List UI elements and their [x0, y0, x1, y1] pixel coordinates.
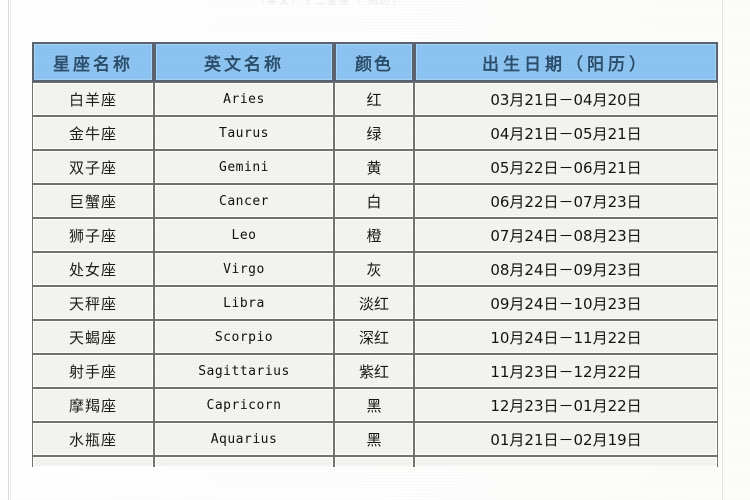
- cell-color-name: 深红: [334, 320, 414, 354]
- cell-sign-name: 处女座: [32, 252, 154, 286]
- cell-sign-name: 金牛座: [32, 116, 154, 150]
- table-row: 射手座 Sagittarius 紫红 11月23日－12月22日: [32, 354, 718, 388]
- cell-color-name: 红: [334, 82, 414, 116]
- cell-birth-date: 10月24日－11月22日: [414, 320, 718, 354]
- cell-sign-name: 射手座: [32, 354, 154, 388]
- cell-sign-name: 狮子座: [32, 218, 154, 252]
- cell-color-name: 淡红: [334, 286, 414, 320]
- page-left-rule-secondary: [10, 0, 11, 500]
- cell-english-name: Virgo: [154, 252, 334, 286]
- cell-english-name: Aquarius: [154, 422, 334, 456]
- cell-birth-date: 08月24日－09月23日: [414, 252, 718, 286]
- cell-english-name: Aries: [154, 82, 334, 116]
- table-row: 天蝎座 Scorpio 深红 10月24日－11月22日: [32, 320, 718, 354]
- cell-color-name: 灰: [334, 252, 414, 286]
- cell-partial: [334, 456, 414, 467]
- cell-color-name: 黑: [334, 422, 414, 456]
- table-row: 水瓶座 Aquarius 黑 01月21日－02月19日: [32, 422, 718, 456]
- cell-color-name: 黑: [334, 388, 414, 422]
- table-row: 天秤座 Libra 淡红 09月24日－10月23日: [32, 286, 718, 320]
- cell-color-name: 白: [334, 184, 414, 218]
- cell-sign-name: 白羊座: [32, 82, 154, 116]
- table-header-row: 星座名称 英文名称 颜色 出生日期（阳历）: [32, 42, 718, 82]
- table-body: 白羊座 Aries 红 03月21日－04月20日 金牛座 Taurus 绿 04月21日－0…: [32, 82, 718, 467]
- cut-off-title-remnant: （本文）十二星座（ 阳历）: [255, 0, 405, 7]
- column-header-english-name: 英文名称: [154, 42, 334, 82]
- column-header-birth-date: 出生日期（阳历）: [414, 42, 718, 82]
- page-right-rule: [722, 0, 723, 500]
- cell-sign-name: 水瓶座: [32, 422, 154, 456]
- cell-birth-date: 07月24日－08月23日: [414, 218, 718, 252]
- cell-english-name: Cancer: [154, 184, 334, 218]
- table-row: 摩羯座 Capricorn 黑 12月23日－01月22日: [32, 388, 718, 422]
- cell-sign-name: 巨蟹座: [32, 184, 154, 218]
- cell-english-name: Capricorn: [154, 388, 334, 422]
- cell-birth-date: 06月22日－07月23日: [414, 184, 718, 218]
- table-row: 处女座 Virgo 灰 08月24日－09月23日: [32, 252, 718, 286]
- cell-birth-date: 03月21日－04月20日: [414, 82, 718, 116]
- zodiac-signs-table: 星座名称 英文名称 颜色 出生日期（阳历） 白羊座 Aries 红 03月21日－04…: [32, 42, 718, 467]
- cell-partial: [32, 456, 154, 467]
- scanned-page: （本文）十二星座（ 阳历） 星座名称 英文名称 颜色 出生日期（阳历） 白羊座 A…: [0, 0, 750, 500]
- cell-birth-date: 11月23日－12月22日: [414, 354, 718, 388]
- cell-english-name: Scorpio: [154, 320, 334, 354]
- cell-partial: [414, 456, 718, 467]
- cell-color-name: 紫红: [334, 354, 414, 388]
- cell-english-name: Leo: [154, 218, 334, 252]
- cell-english-name: Gemini: [154, 150, 334, 184]
- column-header-sign-name: 星座名称: [32, 42, 154, 82]
- table-header: 星座名称 英文名称 颜色 出生日期（阳历）: [32, 42, 718, 82]
- cell-birth-date: 04月21日－05月21日: [414, 116, 718, 150]
- cell-color-name: 黄: [334, 150, 414, 184]
- cell-english-name: Libra: [154, 286, 334, 320]
- column-header-color: 颜色: [334, 42, 414, 82]
- cell-birth-date: 01月21日－02月19日: [414, 422, 718, 456]
- cell-color-name: 绿: [334, 116, 414, 150]
- cell-english-name: Sagittarius: [154, 354, 334, 388]
- cell-color-name: 橙: [334, 218, 414, 252]
- table-row: 双子座 Gemini 黄 05月22日－06月21日: [32, 150, 718, 184]
- cell-birth-date: 09月24日－10月23日: [414, 286, 718, 320]
- table-row: 狮子座 Leo 橙 07月24日－08月23日: [32, 218, 718, 252]
- table-row-partial: [32, 456, 718, 467]
- cell-birth-date: 12月23日－01月22日: [414, 388, 718, 422]
- cell-english-name: Taurus: [154, 116, 334, 150]
- cell-sign-name: 天蝎座: [32, 320, 154, 354]
- page-left-rule: [8, 0, 9, 500]
- table-row: 白羊座 Aries 红 03月21日－04月20日: [32, 82, 718, 116]
- cell-sign-name: 摩羯座: [32, 388, 154, 422]
- table-row: 金牛座 Taurus 绿 04月21日－05月21日: [32, 116, 718, 150]
- cell-birth-date: 05月22日－06月21日: [414, 150, 718, 184]
- cell-sign-name: 天秤座: [32, 286, 154, 320]
- cell-partial: [154, 456, 334, 467]
- table-row: 巨蟹座 Cancer 白 06月22日－07月23日: [32, 184, 718, 218]
- cell-sign-name: 双子座: [32, 150, 154, 184]
